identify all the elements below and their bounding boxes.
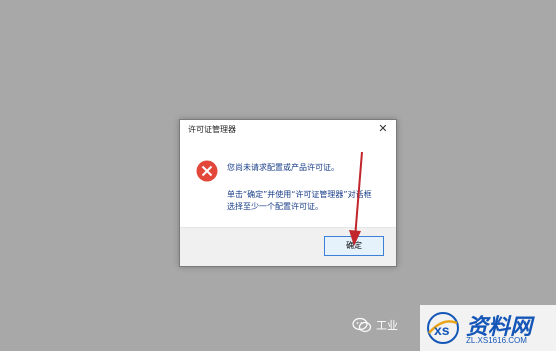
error-icon bbox=[196, 160, 218, 182]
message-main: 您尚未请求配置或产品许可证。 bbox=[227, 163, 339, 172]
watermark-url: ZL.XS1616.COM bbox=[466, 336, 527, 345]
watermark-left-text: 工业 bbox=[376, 319, 398, 332]
watermark-wechat: 工业 bbox=[352, 314, 422, 336]
svg-text:xs: xs bbox=[434, 322, 450, 338]
watermark-site-logo: xs 资料网 ZL.XS1616.COM bbox=[420, 305, 556, 351]
close-button[interactable]: ✕ bbox=[376, 122, 390, 136]
site-logo-icon: xs bbox=[427, 312, 459, 344]
dialog-title: 许可证管理器 bbox=[188, 125, 236, 134]
red-arrow-annotation bbox=[349, 151, 363, 246]
dialog-titlebar[interactable]: 许可证管理器 ✕ bbox=[180, 120, 396, 140]
wechat-icon bbox=[352, 317, 372, 333]
